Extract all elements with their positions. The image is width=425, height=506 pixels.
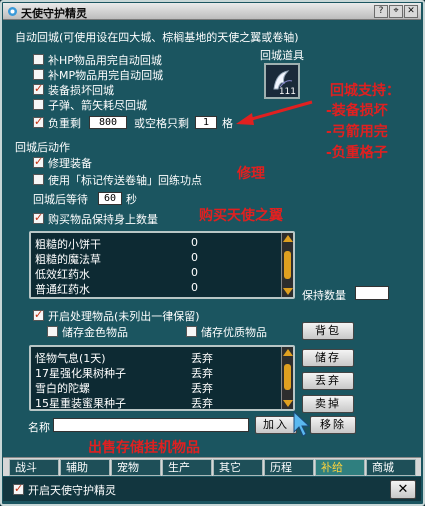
list-item[interactable]: 粗糙的小饼干 0 xyxy=(35,236,285,251)
discard-button[interactable]: 丢弃 xyxy=(302,372,354,390)
list-item[interactable]: 普通红药水 0 xyxy=(35,281,285,296)
tab-mall[interactable]: 商城 xyxy=(366,459,416,476)
list-item[interactable]: 粗糙的魔法草 0 xyxy=(35,251,285,266)
list-item[interactable]: 怪物气息(1天) 丢弃 xyxy=(35,350,285,365)
store-quality-checkbox[interactable] xyxy=(186,326,197,337)
hp-used-label: 补HP物品用完自动回城 xyxy=(48,54,162,67)
slots-input[interactable]: 1 xyxy=(195,116,217,129)
process-list-scrollbar[interactable] xyxy=(281,347,293,409)
cursor-icon xyxy=(293,410,311,437)
tab-production[interactable]: 生产 xyxy=(162,459,212,476)
store-gold-label: 储存金色物品 xyxy=(62,326,128,339)
buy-checkbox[interactable] xyxy=(33,211,44,224)
scroll-thumb[interactable] xyxy=(284,364,291,390)
close-icon[interactable]: ✕ xyxy=(404,5,418,18)
equip-damage-label: 装备损坏回城 xyxy=(48,84,114,97)
store-gold-checkbox[interactable] xyxy=(47,326,58,337)
scroll-up-icon[interactable] xyxy=(283,349,293,356)
process-enable-label: 开启处理物品(未列出一律保留) xyxy=(48,310,200,323)
remove-button[interactable]: 移除 xyxy=(310,416,356,434)
keep-qty-input[interactable] xyxy=(355,286,389,300)
list-item[interactable]: 15星重装蜜果种子 丢弃 xyxy=(35,395,285,410)
equip-damage-checkbox[interactable] xyxy=(33,82,44,95)
tab-other[interactable]: 其它 xyxy=(213,459,263,476)
scroll-down-icon[interactable] xyxy=(283,288,293,295)
tab-battle[interactable]: 战斗 xyxy=(9,459,59,476)
keep-qty-label: 保持数量 xyxy=(302,289,346,302)
list-item[interactable]: 低效红药水 0 xyxy=(35,266,285,281)
fairy-icon xyxy=(8,7,17,16)
ammo-out-label: 子弹、箭矢耗尽回城 xyxy=(48,99,147,112)
bag-button[interactable]: 背包 xyxy=(302,322,354,340)
wait-suffix: 秒 xyxy=(126,193,137,206)
weight-checkbox[interactable] xyxy=(33,115,44,128)
help-button[interactable]: ? xyxy=(374,5,388,18)
annotation-return-item: -装备损坏 xyxy=(326,103,388,119)
wait-prefix: 回城后等待 xyxy=(33,193,88,206)
scroll-down-icon[interactable] xyxy=(283,400,293,407)
pin-icon[interactable]: ⌖ xyxy=(389,5,403,18)
auto-return-heading: 自动回城(可使用设在四大城、棕榈基地的天使之翼或卷轴) xyxy=(15,31,299,44)
ammo-out-checkbox[interactable] xyxy=(33,99,44,110)
list-item[interactable]: 17星强化果树种子 丢弃 xyxy=(35,365,285,380)
scroll-up-icon[interactable] xyxy=(283,235,293,242)
mark-scroll-label: 使用「标记传送卷轴」回练功点 xyxy=(48,174,202,187)
buy-list-scrollbar[interactable] xyxy=(281,233,293,297)
after-return-heading: 回城后动作 xyxy=(15,141,70,154)
process-list[interactable]: 怪物气息(1天) 丢弃 17星强化果树种子 丢弃 雪白的陀螺 丢弃 15星重装蜜… xyxy=(29,345,295,411)
repair-checkbox[interactable] xyxy=(33,155,44,168)
buy-label: 购买物品保持身上数量 xyxy=(48,213,158,226)
mp-used-checkbox[interactable] xyxy=(33,69,44,80)
wait-input[interactable]: 60 xyxy=(98,192,122,205)
enable-fairy-label: 开启天使守护精灵 xyxy=(28,484,116,497)
weight-middle: 或空格只剩 xyxy=(134,117,189,130)
weight-input[interactable]: 800 xyxy=(89,116,127,129)
hp-used-checkbox[interactable] xyxy=(33,54,44,65)
mp-used-label: 补MP物品用完自动回城 xyxy=(48,69,164,82)
tab-pet[interactable]: 宠物 xyxy=(111,459,161,476)
annotation-return-title: 回城支持： xyxy=(330,83,400,99)
store-button[interactable]: 储存 xyxy=(302,349,354,367)
list-item[interactable]: 雪白的陀螺 丢弃 xyxy=(35,380,285,395)
window-title: 天使守护精灵 xyxy=(21,7,87,20)
annotation-repair: 修理 xyxy=(237,166,265,182)
tab-history[interactable]: 历程 xyxy=(264,459,314,476)
close-button[interactable]: ✕ xyxy=(390,480,416,499)
weight-suffix: 格 xyxy=(222,117,233,130)
mark-scroll-checkbox[interactable] xyxy=(33,174,44,185)
annotation-buy: 购买天使之翼 xyxy=(199,208,283,224)
buy-list[interactable]: 粗糙的小饼干 0 粗糙的魔法草 0 低效红药水 0 普通红药水 0 xyxy=(29,231,295,299)
annotation-arrow xyxy=(236,100,313,125)
repair-label: 修理装备 xyxy=(48,157,92,170)
store-quality-label: 储存优质物品 xyxy=(201,326,267,339)
weight-prefix: 负重剩 xyxy=(48,117,81,130)
tab-bar: 战斗 辅助 宠物 生产 其它 历程 补给 商城 xyxy=(3,457,421,476)
annotation-sell: 出售存储挂机物品 xyxy=(88,440,200,456)
title-bar[interactable]: 天使守护精灵 ? ⌖ ✕ xyxy=(3,3,421,20)
enable-fairy-checkbox[interactable] xyxy=(13,482,24,495)
annotation-return-item: -弓箭用完 xyxy=(326,124,388,140)
scroll-thumb[interactable] xyxy=(284,251,291,279)
name-label: 名称 xyxy=(28,421,50,434)
name-input[interactable] xyxy=(53,418,249,432)
return-item-label: 回城道具 xyxy=(260,49,304,62)
return-item-slot[interactable]: 111 xyxy=(264,63,300,99)
tab-assist[interactable]: 辅助 xyxy=(60,459,110,476)
process-enable-checkbox[interactable] xyxy=(33,308,44,321)
tab-supply[interactable]: 补给 xyxy=(315,459,365,476)
annotation-return-item: -负重格子 xyxy=(326,145,388,161)
